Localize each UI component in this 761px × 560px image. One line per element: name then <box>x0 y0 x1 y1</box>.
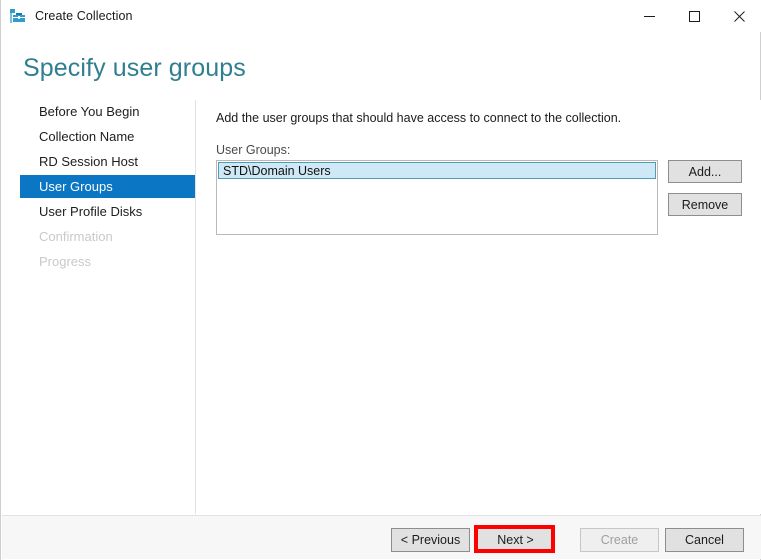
user-groups-listbox[interactable]: STD\Domain Users <box>216 160 658 235</box>
wizard-sidebar: Before You Begin Collection Name RD Sess… <box>2 100 195 514</box>
sidebar-item-rd-session-host[interactable]: RD Session Host <box>2 150 195 173</box>
create-collection-window: Create Collection Specify user groups <box>0 0 761 560</box>
sidebar-item-confirmation: Confirmation <box>2 225 195 248</box>
page-title: Specify user groups <box>23 54 246 83</box>
sidebar-item-progress: Progress <box>2 250 195 273</box>
cancel-button[interactable]: Cancel <box>665 528 744 552</box>
window-controls <box>627 0 761 32</box>
next-button[interactable]: Next > <box>476 528 555 552</box>
window-title: Create Collection <box>35 9 133 23</box>
main-content: Add the user groups that should have acc… <box>196 100 761 514</box>
create-button: Create <box>580 528 659 552</box>
instruction-text: Add the user groups that should have acc… <box>216 111 621 125</box>
minimize-icon <box>644 11 655 22</box>
maximize-icon <box>689 11 700 22</box>
remove-button[interactable]: Remove <box>668 193 742 216</box>
collection-toolbox-icon <box>10 8 26 24</box>
user-groups-label: User Groups: <box>216 143 290 157</box>
list-item[interactable]: STD\Domain Users <box>218 162 656 179</box>
title-bar: Create Collection <box>1 0 761 32</box>
add-button[interactable]: Add... <box>668 160 742 183</box>
close-button[interactable] <box>717 0 761 32</box>
previous-button[interactable]: < Previous <box>391 528 470 552</box>
wizard-footer: < Previous Next > Create Cancel <box>2 516 761 559</box>
minimize-button[interactable] <box>627 0 672 32</box>
sidebar-item-user-groups[interactable]: User Groups <box>20 175 195 198</box>
maximize-button[interactable] <box>672 0 717 32</box>
sidebar-item-collection-name[interactable]: Collection Name <box>2 125 195 148</box>
sidebar-item-before-you-begin[interactable]: Before You Begin <box>2 100 195 123</box>
close-icon <box>734 11 745 22</box>
sidebar-item-user-profile-disks[interactable]: User Profile Disks <box>2 200 195 223</box>
